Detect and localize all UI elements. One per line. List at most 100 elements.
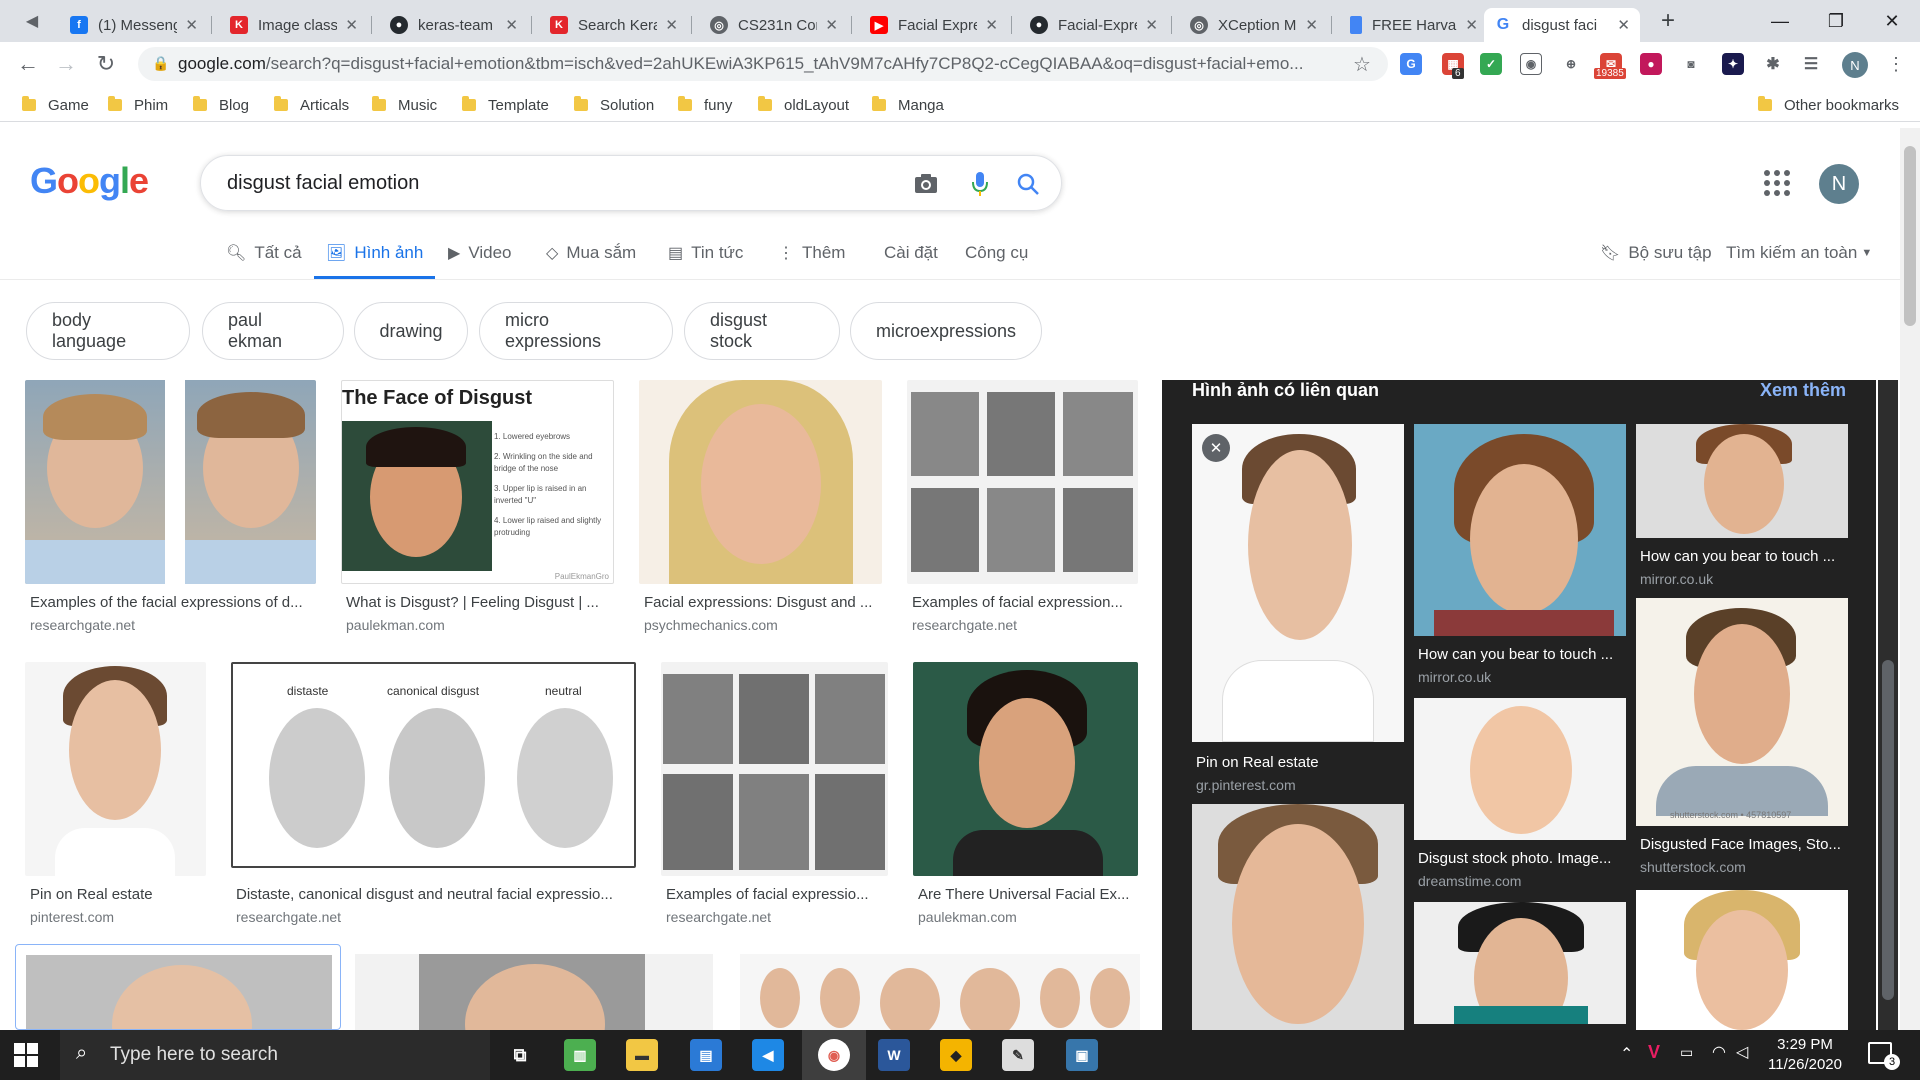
battery-icon[interactable]: ▭: [1680, 1044, 1693, 1061]
bookmark-folder[interactable]: Manga: [872, 94, 944, 116]
browser-tab[interactable]: ● Facial-Expre ✕: [1020, 8, 1168, 42]
tab-shopping[interactable]: ◇ Mua sắm: [546, 243, 636, 279]
taskbar-search-placeholder[interactable]: Type here to search: [110, 1044, 278, 1066]
bookmark-folder[interactable]: Music: [372, 94, 437, 116]
related-thumbnail[interactable]: [1414, 698, 1626, 840]
result-thumbnail[interactable]: distaste canonical disgust neutral: [231, 662, 636, 868]
suggestion-chip[interactable]: micro expressions: [479, 302, 673, 360]
related-caption[interactable]: Disgust stock photo. Image...: [1418, 850, 1628, 867]
image-result[interactable]: Examples of facial expression... researc…: [907, 380, 1139, 640]
browser-tab[interactable]: ◎ CS231n Cor ✕: [700, 8, 848, 42]
collections-link[interactable]: 🔖︎ Bộ sưu tập: [1600, 243, 1712, 279]
browser-tab[interactable]: ▶ Facial Expre ✕: [860, 8, 1008, 42]
related-image[interactable]: ✕ Pin on Real estate gr.pinterest.com: [1192, 424, 1404, 793]
image-result[interactable]: Examples of the facial expressions of d.…: [25, 380, 317, 640]
close-icon[interactable]: ✕: [1465, 16, 1478, 34]
clock[interactable]: 3:29 PM 11/26/2020: [1760, 1035, 1850, 1075]
address-bar[interactable]: 🔒 google.com/search?q=disgust+facial+emo…: [138, 47, 1388, 81]
search-icon[interactable]: [1013, 169, 1043, 199]
vscode-icon[interactable]: ◀: [752, 1039, 784, 1071]
result-source[interactable]: pinterest.com: [30, 909, 114, 925]
related-image[interactable]: Disgust stock photo. Image... dreamstime…: [1414, 698, 1626, 898]
related-caption[interactable]: How can you bear to touch ...: [1418, 646, 1628, 663]
result-source[interactable]: researchgate.net: [236, 909, 341, 925]
bookmark-folder[interactable]: Articals: [274, 94, 349, 116]
image-result[interactable]: Examples of facial expressio... research…: [661, 662, 889, 932]
wifi-icon[interactable]: ◠: [1712, 1042, 1726, 1062]
related-caption[interactable]: How can you bear to touch ...: [1640, 548, 1850, 565]
related-source[interactable]: mirror.co.uk: [1640, 571, 1713, 587]
owl-extension-icon[interactable]: ◉: [1520, 53, 1542, 75]
browser-tab[interactable]: ◎ XCeption M ✕: [1180, 8, 1328, 42]
close-icon[interactable]: ✕: [1145, 16, 1158, 34]
google-apps-icon[interactable]: [1764, 170, 1790, 196]
result-caption[interactable]: Examples of facial expressio...: [666, 886, 890, 903]
settings-link[interactable]: Cài đặt: [884, 243, 938, 279]
profile-avatar[interactable]: N: [1842, 52, 1868, 78]
new-tab-button[interactable]: +: [1652, 5, 1684, 37]
mic-extension-icon[interactable]: ●: [1640, 53, 1662, 75]
related-source[interactable]: mirror.co.uk: [1418, 669, 1491, 685]
see-more-link[interactable]: Xem thêm: [1760, 380, 1846, 401]
image-result[interactable]: Pin on Real estate pinterest.com: [25, 662, 207, 932]
search-box[interactable]: disgust facial emotion: [200, 155, 1062, 211]
tools-link[interactable]: Công cụ: [965, 243, 1028, 279]
result-thumbnail[interactable]: [639, 380, 882, 584]
bookmark-star-icon[interactable]: ☆: [1346, 48, 1378, 80]
image-result[interactable]: [740, 954, 1140, 1030]
browser-tab-active[interactable]: G disgust faci ✕: [1484, 8, 1640, 42]
suggestion-chip[interactable]: paul ekman: [202, 302, 344, 360]
close-icon[interactable]: ✕: [985, 16, 998, 34]
bookmark-folder[interactable]: funy: [678, 94, 732, 116]
paint-icon[interactable]: ✎: [1002, 1039, 1034, 1071]
camera-extension-icon[interactable]: ◙: [1680, 53, 1702, 75]
result-caption[interactable]: Distaste, canonical disgust and neutral …: [236, 886, 636, 903]
related-thumbnail[interactable]: [1414, 424, 1626, 636]
tab-more[interactable]: ⋮ Thêm: [778, 243, 845, 279]
close-icon[interactable]: ✕: [185, 16, 198, 34]
result-caption[interactable]: Examples of the facial expressions of d.…: [30, 594, 320, 611]
volume-icon[interactable]: ◁: [1736, 1042, 1748, 1062]
result-source[interactable]: researchgate.net: [912, 617, 1017, 633]
related-image[interactable]: How can you bear to touch ... mirror.co.…: [1636, 424, 1848, 594]
related-thumbnail[interactable]: shutterstock.com • 457810597: [1636, 598, 1848, 826]
close-icon[interactable]: ✕: [825, 16, 838, 34]
taskbar-search[interactable]: ⌕ Type here to search: [60, 1030, 490, 1080]
result-thumbnail[interactable]: [913, 662, 1138, 876]
windows-start-icon[interactable]: [14, 1043, 38, 1067]
shield-extension-icon[interactable]: ✓: [1480, 53, 1502, 75]
result-caption[interactable]: What is Disgust? | Feeling Disgust | ...: [346, 594, 616, 611]
forward-icon[interactable]: →: [50, 48, 82, 80]
close-icon[interactable]: ✕: [1305, 16, 1318, 34]
bookmark-folder[interactable]: Game: [22, 94, 89, 116]
image-result-selected[interactable]: [15, 944, 341, 1030]
python-icon[interactable]: ▣: [1066, 1039, 1098, 1071]
scrollbar-thumb[interactable]: [1882, 660, 1894, 1000]
result-thumbnail[interactable]: [25, 662, 206, 876]
scrollbar-thumb[interactable]: [1904, 146, 1916, 326]
tab-news[interactable]: ▤ Tin tức: [668, 243, 743, 279]
minimize-icon[interactable]: —: [1752, 0, 1808, 42]
result-caption[interactable]: Pin on Real estate: [30, 886, 208, 903]
related-thumbnail[interactable]: [1192, 804, 1404, 1030]
related-caption[interactable]: Pin on Real estate: [1196, 754, 1406, 771]
result-thumbnail[interactable]: [907, 380, 1138, 584]
menu-kebab-icon[interactable]: ⋮: [1880, 48, 1912, 80]
restore-icon[interactable]: ❐: [1808, 0, 1864, 42]
bookmark-folder[interactable]: Solution: [574, 94, 654, 116]
suggestion-chip[interactable]: microexpressions: [850, 302, 1042, 360]
back-icon[interactable]: ←: [12, 48, 44, 80]
word-icon[interactable]: W: [878, 1039, 910, 1071]
extensions-puzzle-icon[interactable]: ✱: [1762, 53, 1784, 75]
file-explorer-icon[interactable]: ▬: [626, 1039, 658, 1071]
suggestion-chip[interactable]: drawing: [354, 302, 468, 360]
other-bookmarks[interactable]: Other bookmarks: [1758, 94, 1899, 116]
related-source[interactable]: shutterstock.com: [1640, 859, 1746, 875]
related-source[interactable]: gr.pinterest.com: [1196, 777, 1296, 793]
related-source[interactable]: dreamstime.com: [1418, 873, 1521, 889]
result-source[interactable]: paulekman.com: [918, 909, 1017, 925]
news-app-icon[interactable]: ▤: [690, 1039, 722, 1071]
bookmark-folder[interactable]: Blog: [193, 94, 249, 116]
download-extension-icon[interactable]: ⊕: [1560, 53, 1582, 75]
related-thumbnail[interactable]: [1414, 902, 1626, 1024]
